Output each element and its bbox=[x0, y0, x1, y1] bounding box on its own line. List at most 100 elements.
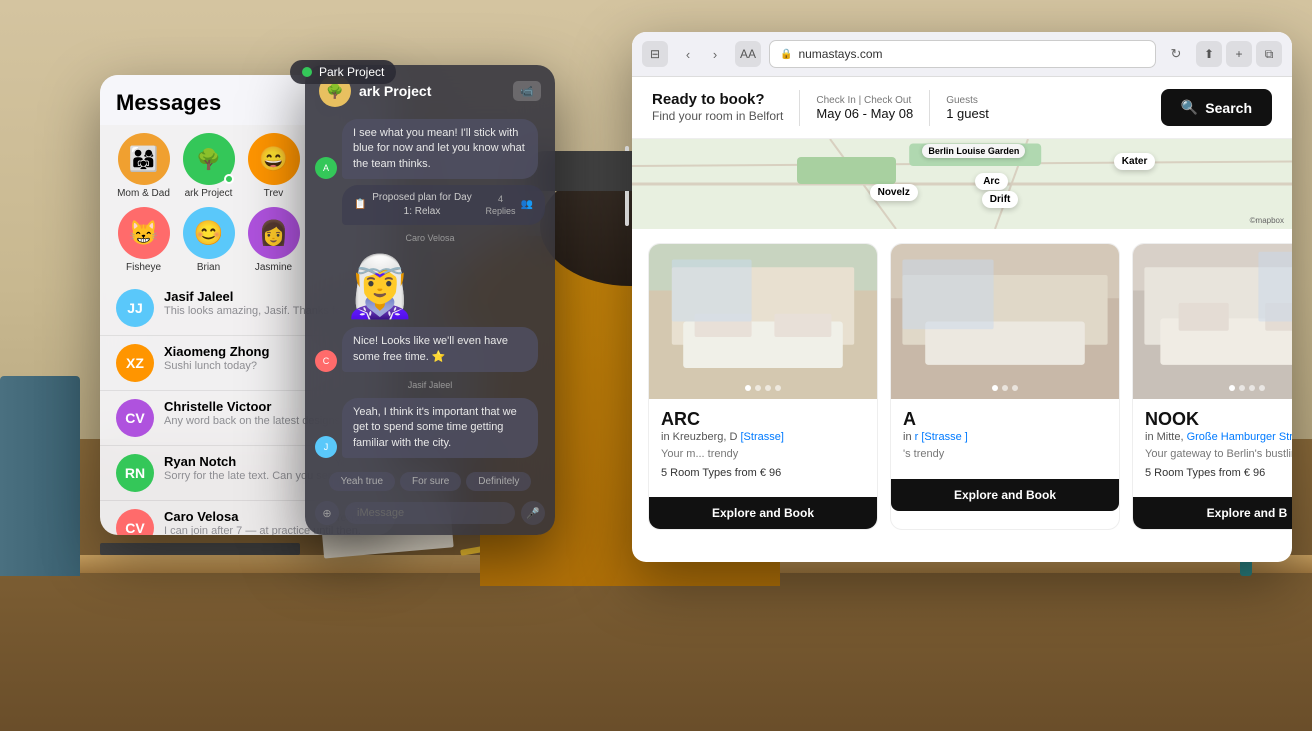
arc-description: Your m... trendy bbox=[661, 447, 865, 461]
booking-headline: Ready to book? Find your room in Belfort bbox=[652, 91, 783, 125]
ryan-name: Ryan Notch bbox=[164, 454, 236, 469]
tabs-button[interactable]: ⧉ bbox=[1256, 41, 1282, 67]
browser-content: Ready to book? Find your room in Belfort… bbox=[632, 77, 1292, 562]
video-call-button[interactable]: 📹 bbox=[513, 81, 541, 101]
park-project-label: Park Project bbox=[319, 65, 384, 79]
nook-explore-button[interactable]: Explore and B bbox=[1133, 497, 1292, 529]
dot-4 bbox=[775, 385, 781, 391]
trev-label: Trev bbox=[264, 188, 284, 199]
browser-action-buttons: ⬆ + ⧉ bbox=[1196, 41, 1282, 67]
xiaomeng-avatar: XZ bbox=[116, 344, 154, 382]
browser-sidebar-button[interactable]: ⊟ bbox=[642, 41, 668, 67]
quick-replies-bar: Yeah true For sure Definitely bbox=[305, 468, 555, 495]
middle-name: A bbox=[903, 409, 1107, 430]
search-label: Search bbox=[1205, 100, 1252, 116]
quick-reply-definitely[interactable]: Definitely bbox=[466, 472, 531, 491]
map-area[interactable]: Arc Kater Novelz Drift Berlin Louise Gar… bbox=[632, 139, 1292, 229]
share-button[interactable]: ⬆ bbox=[1196, 41, 1222, 67]
booking-divider-1 bbox=[799, 90, 800, 126]
christelle-name: Christelle Victoor bbox=[164, 399, 271, 414]
property-card-nook[interactable]: NOOK in Mitte, Große Hamburger Str. 23 Y… bbox=[1132, 243, 1292, 530]
arc-name: ARC bbox=[661, 409, 865, 430]
xiaomeng-name: Xiaomeng Zhong bbox=[164, 344, 269, 359]
mom-dad-label: Mom & Dad bbox=[117, 188, 170, 199]
caro-name: Caro Velosa bbox=[164, 509, 238, 524]
bubble-caro: Nice! Looks like we'll even have some fr… bbox=[342, 327, 538, 372]
checkin-label: Check In | Check Out bbox=[816, 95, 913, 106]
quick-reply-yeah-true[interactable]: Yeah true bbox=[329, 472, 395, 491]
park-project-panel: Park Project bbox=[290, 60, 396, 84]
brian-label: Brian bbox=[197, 262, 220, 273]
jasif-sender-label: Jasif Jaleel bbox=[315, 380, 545, 390]
quick-reply-for-sure[interactable]: For sure bbox=[400, 472, 461, 491]
map-label-arc[interactable]: Arc bbox=[975, 173, 1008, 190]
pinned-contact-fisheye[interactable]: 😸 Fisheye bbox=[116, 207, 171, 273]
pinned-contact-ark-project[interactable]: 🌳 ark Project bbox=[181, 133, 236, 199]
nook-room-illustration bbox=[1133, 244, 1292, 399]
search-icon: 🔍 bbox=[1181, 99, 1198, 116]
back-icon: ‹ bbox=[686, 47, 690, 62]
pinned-contact-brian[interactable]: 😊 Brian bbox=[181, 207, 236, 273]
browser-panel: ⊟ ‹ › AA 🔒 numastays.com ↻ ⬆ + bbox=[632, 32, 1292, 562]
add-tab-icon: + bbox=[1235, 47, 1242, 61]
property-card-middle[interactable]: A in r [Strasse ] 's trendy Explore and … bbox=[890, 243, 1120, 530]
arc-info: ARC in Kreuzberg, D [Strasse] Your m... … bbox=[649, 399, 877, 489]
pinned-contact-jasmine[interactable]: 👩 Jasmine bbox=[246, 207, 301, 273]
dot-2 bbox=[1002, 385, 1008, 391]
map-label-drift[interactable]: Drift bbox=[982, 191, 1019, 208]
arc-location: in Kreuzberg, D [Strasse] bbox=[661, 431, 865, 443]
jasmine-label: Jasmine bbox=[255, 262, 292, 273]
booking-subtitle: Find your room in Belfort bbox=[652, 109, 783, 125]
map-label-novelz[interactable]: Novelz bbox=[870, 184, 918, 201]
nook-location-link[interactable]: Große Hamburger Str. 23 bbox=[1187, 431, 1292, 443]
received-message-caro: C Nice! Looks like we'll even have some … bbox=[315, 327, 545, 372]
message-input[interactable]: iMessage bbox=[345, 502, 515, 524]
map-label-kater[interactable]: Kater bbox=[1114, 153, 1156, 170]
arc-property-image bbox=[649, 244, 877, 399]
dot-3 bbox=[1012, 385, 1018, 391]
chat-message-area: A I see what you mean! I'll stick with b… bbox=[305, 113, 555, 468]
browser-toolbar: ⊟ ‹ › AA 🔒 numastays.com ↻ ⬆ + bbox=[632, 32, 1292, 77]
middle-location-link[interactable]: r [Strasse ] bbox=[915, 431, 968, 443]
address-bar[interactable]: 🔒 numastays.com bbox=[769, 40, 1156, 68]
booking-bar: Ready to book? Find your room in Belfort… bbox=[632, 77, 1292, 139]
brian-emoji: 😊 bbox=[194, 219, 224, 248]
property-card-arc[interactable]: ARC in Kreuzberg, D [Strasse] Your m... … bbox=[648, 243, 878, 530]
add-tab-button[interactable]: + bbox=[1226, 41, 1252, 67]
dot-1 bbox=[992, 385, 998, 391]
dot-1 bbox=[745, 385, 751, 391]
middle-info: A in r [Strasse ] 's trendy bbox=[891, 399, 1119, 471]
middle-description: 's trendy bbox=[903, 447, 1107, 461]
guests-label: Guests bbox=[946, 95, 989, 106]
checkin-field[interactable]: Check In | Check Out May 06 - May 08 bbox=[816, 95, 913, 121]
nook-location: in Mitte, Große Hamburger Str. 23 bbox=[1145, 431, 1292, 443]
ryan-avatar: RN bbox=[116, 454, 154, 492]
apps-icon-button[interactable]: ⊕ bbox=[315, 501, 339, 525]
fisheye-emoji: 😸 bbox=[129, 219, 159, 248]
nook-price: 5 Room Types from € 96 bbox=[1145, 467, 1292, 479]
chat-contact-name: ark Project bbox=[359, 83, 513, 99]
guests-value: 1 guest bbox=[946, 106, 989, 121]
pinned-contact-mom-dad[interactable]: 👨‍👩‍👧 Mom & Dad bbox=[116, 133, 171, 199]
nook-image-dots bbox=[1229, 385, 1265, 391]
sidebar-icon: ⊟ bbox=[650, 47, 660, 61]
back-button[interactable]: ‹ bbox=[676, 42, 700, 66]
jasmine-emoji: 👩 bbox=[259, 219, 289, 248]
guests-field[interactable]: Guests 1 guest bbox=[946, 95, 989, 121]
middle-location-prefix: in bbox=[903, 431, 915, 443]
search-button[interactable]: 🔍 Search bbox=[1161, 89, 1272, 126]
pinned-contact-trev[interactable]: 😄 Trev bbox=[246, 133, 301, 199]
arc-location-link[interactable]: [Strasse] bbox=[741, 431, 784, 443]
nook-description: Your gateway to Berlin's bustling... bbox=[1145, 447, 1292, 461]
reader-mode-button[interactable]: AA bbox=[735, 41, 761, 67]
audio-icon-button[interactable]: 🎤 bbox=[521, 501, 545, 525]
arc-explore-button[interactable]: Explore and Book bbox=[649, 497, 877, 529]
sidebar-icon-button[interactable]: ⊟ bbox=[642, 41, 668, 67]
system-card: 📋 Proposed plan for Day 1: Relax 4 Repli… bbox=[342, 185, 545, 225]
reload-button[interactable]: ↻ bbox=[1164, 42, 1188, 66]
forward-button[interactable]: › bbox=[703, 42, 727, 66]
nook-property-image bbox=[1133, 244, 1292, 399]
middle-room-illustration bbox=[891, 244, 1119, 399]
arc-image-dots bbox=[745, 385, 781, 391]
middle-explore-button[interactable]: Explore and Book bbox=[891, 479, 1119, 511]
